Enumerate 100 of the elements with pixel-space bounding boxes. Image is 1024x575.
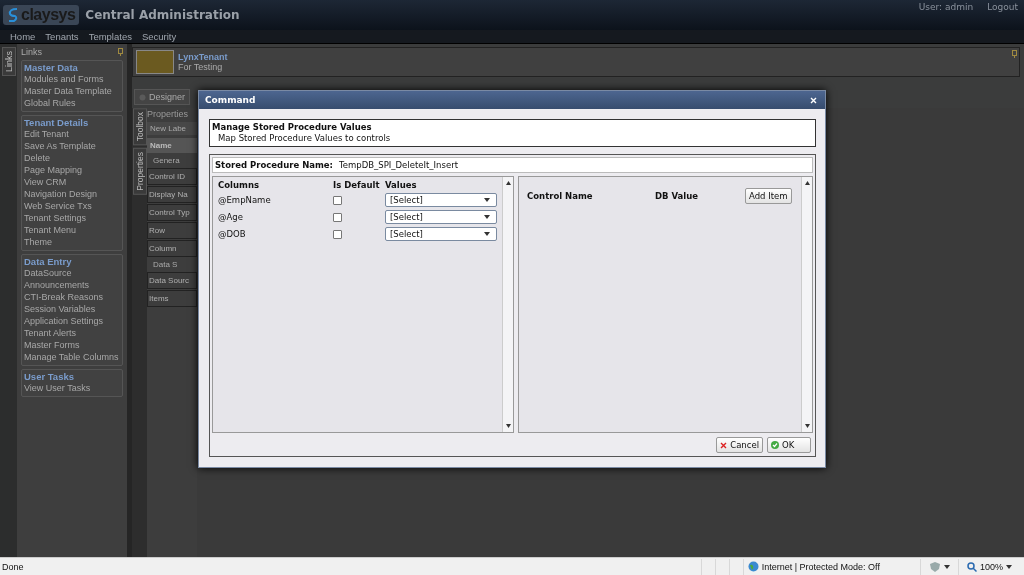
- sidebar-link[interactable]: Web Service Txs: [24, 200, 120, 212]
- section-header[interactable]: Data S: [147, 258, 197, 271]
- scroll-up-icon[interactable]: [804, 181, 810, 185]
- column-header: Control Name: [526, 191, 594, 201]
- control-selector[interactable]: New Labe: [147, 122, 197, 135]
- column-header: DB Value: [655, 191, 700, 201]
- pin-icon[interactable]: [1012, 50, 1017, 58]
- nav-item[interactable]: Security: [141, 31, 177, 42]
- panel-title: Properties: [147, 109, 190, 119]
- ok-button[interactable]: OK: [767, 437, 811, 453]
- caret-icon: [484, 198, 490, 202]
- magnifier-icon: [966, 561, 977, 572]
- sidebar-link[interactable]: Page Mapping: [24, 164, 120, 176]
- sidebar-link[interactable]: Save As Template: [24, 140, 120, 152]
- tenant-name[interactable]: LynxTenant: [178, 52, 228, 62]
- property-cell: Items: [147, 290, 197, 307]
- scroll-down-icon[interactable]: [804, 424, 810, 428]
- close-icon[interactable]: [810, 96, 817, 104]
- pin-icon[interactable]: [118, 48, 123, 56]
- sidebar-link[interactable]: Tenant Settings: [24, 212, 120, 224]
- caret-icon: [484, 232, 490, 236]
- field-label: Stored Procedure Name:: [215, 160, 333, 170]
- logout-link[interactable]: Logout: [987, 2, 1018, 12]
- sidebar-link[interactable]: Tenant Menu: [24, 224, 120, 236]
- scrollbar[interactable]: [502, 177, 513, 432]
- value-dropdown[interactable]: [Select]: [385, 227, 497, 241]
- nav-item[interactable]: Tenants: [45, 31, 79, 42]
- sidebar-link[interactable]: DataSource: [24, 267, 120, 279]
- property-cell: Control ID: [147, 168, 197, 185]
- panel-title: Links: [21, 47, 42, 57]
- sidebar-link[interactable]: Application Settings: [24, 315, 120, 327]
- logo-text: claysys: [21, 6, 76, 24]
- zoom-menu[interactable]: 100%: [957, 558, 1024, 575]
- column-header: Columns: [218, 180, 260, 190]
- column-header: Is Default: [333, 180, 381, 190]
- zone-text: Internet | Protected Mode: Off: [761, 561, 880, 572]
- dialog-title: Command: [205, 95, 256, 105]
- column-header: Values: [385, 180, 418, 190]
- value-dropdown[interactable]: [Select]: [385, 193, 497, 207]
- group-title: Master Data: [24, 62, 79, 73]
- sidebar-link[interactable]: Master Forms: [24, 339, 120, 351]
- check-icon: [771, 441, 779, 449]
- sidebar-link[interactable]: Delete: [24, 152, 120, 164]
- app-title: Central Administration: [85, 8, 240, 22]
- nav-item[interactable]: Templates: [88, 31, 132, 42]
- sidebar-link[interactable]: Edit Tenant: [24, 128, 120, 140]
- sidebar-link[interactable]: CTI-Break Reasons: [24, 291, 120, 303]
- checkbox[interactable]: [333, 195, 342, 205]
- property-cell: Control Typ: [147, 204, 197, 221]
- parameter-name: @EmpName: [218, 195, 272, 205]
- scroll-down-icon[interactable]: [505, 424, 511, 428]
- shield-icon: [928, 561, 941, 572]
- nav-item[interactable]: Home: [10, 31, 36, 42]
- scroll-up-icon[interactable]: [505, 181, 511, 185]
- checkbox[interactable]: [333, 212, 342, 222]
- side-tab[interactable]: Toolbox: [132, 108, 147, 146]
- parameter-name: @Age: [218, 212, 244, 222]
- sidebar-link[interactable]: Announcements: [24, 279, 120, 291]
- zoom-level: 100%: [979, 561, 1003, 572]
- group-title: User Tasks: [24, 371, 75, 382]
- sidebar-link[interactable]: Manage Table Columns: [24, 351, 120, 363]
- cancel-button[interactable]: Cancel: [716, 437, 763, 453]
- scrollbar[interactable]: [801, 177, 812, 432]
- side-tab[interactable]: Properties: [132, 148, 147, 196]
- designer-button[interactable]: Designer: [134, 89, 191, 105]
- group-title: Tenant Details: [24, 117, 90, 128]
- sidebar-link[interactable]: Modules and Forms: [24, 73, 120, 85]
- sidebar-link[interactable]: Master Data Template: [24, 85, 120, 97]
- dialog-heading: Manage Stored Procedure Values: [212, 122, 373, 132]
- cross-icon: [720, 441, 728, 449]
- column-header: Name: [147, 138, 197, 153]
- add-item-button[interactable]: Add Item: [745, 188, 792, 204]
- procedure-name: TempDB_SPI_DeleteIt_Insert: [339, 160, 458, 170]
- photo-placeholder: [136, 50, 174, 74]
- tenant-description: For Testing: [178, 62, 224, 72]
- sidebar-link[interactable]: Global Rules: [24, 97, 120, 109]
- globe-icon: [747, 561, 759, 572]
- property-cell: Display Na: [147, 186, 197, 203]
- status-text: Done: [2, 561, 24, 572]
- sidebar-link[interactable]: View CRM: [24, 176, 120, 188]
- value-dropdown[interactable]: [Select]: [385, 210, 497, 224]
- caret-icon: [484, 215, 490, 219]
- user-link[interactable]: User: admin: [918, 2, 974, 12]
- caret-icon: [943, 564, 950, 569]
- checkbox[interactable]: [333, 229, 342, 239]
- sidebar-link[interactable]: Theme: [24, 236, 120, 248]
- caret-icon: [1006, 564, 1012, 569]
- sidebar-link[interactable]: Session Variables: [24, 303, 120, 315]
- property-cell: Data Sourc: [147, 272, 197, 289]
- group-title: Data Entry: [24, 256, 73, 267]
- property-cell: Column: [147, 240, 197, 257]
- sidebar-link[interactable]: Tenant Alerts: [24, 327, 120, 339]
- property-cell: Row: [147, 222, 197, 239]
- sidebar-link[interactable]: View User Tasks: [24, 382, 120, 394]
- sidebar-link[interactable]: Navigation Design: [24, 188, 120, 200]
- parameter-name: @DOB: [218, 229, 247, 239]
- section-header[interactable]: Genera: [147, 154, 197, 167]
- swirl-icon: [7, 7, 19, 23]
- dialog-subheading: Map Stored Procedure Values to controls: [217, 133, 392, 143]
- links-tab[interactable]: Links: [1, 47, 16, 76]
